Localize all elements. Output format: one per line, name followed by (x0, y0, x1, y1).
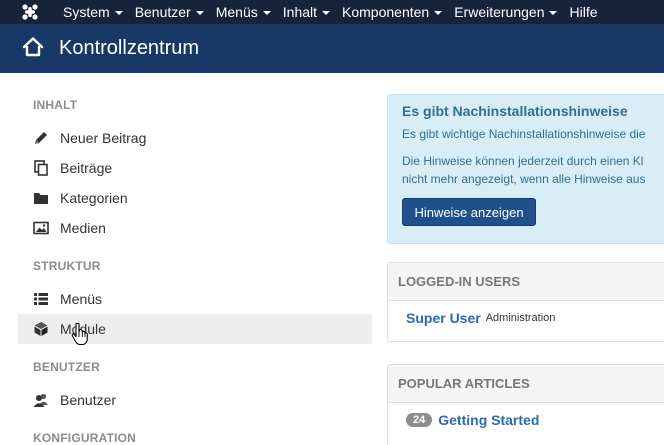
image-icon (33, 220, 49, 236)
menu-label: Inhalt (282, 4, 318, 20)
users-icon (33, 392, 49, 408)
page-header: Kontrollzentrum (0, 24, 664, 73)
list-item: Super User Administration (388, 301, 664, 335)
menu-label: Benutzer (134, 4, 191, 20)
section-title-struktur: STRUKTUR (33, 259, 101, 273)
page-title: Kontrollzentrum (59, 37, 200, 59)
menu-hilfe[interactable]: Hilfe (569, 0, 609, 24)
notice-text: Die Hinweise können jederzeit durch eine… (402, 154, 644, 168)
article-link[interactable]: Getting Started (438, 412, 539, 428)
menu-label: Hilfe (569, 4, 598, 20)
sidebar-item-benutzer[interactable]: Benutzer (18, 385, 372, 415)
logged-in-users-panel: LOGGED-IN USERS Super User Administratio… (387, 262, 664, 342)
pencil-icon (33, 130, 49, 146)
panel-heading: LOGGED-IN USERS (388, 263, 664, 301)
main-menu: System Benutzer Menüs Inhalt Komponenten… (63, 0, 610, 24)
caret-down-icon (262, 11, 271, 15)
home-icon (22, 37, 44, 57)
menu-label: Erweiterungen (454, 4, 545, 20)
menu-inhalt[interactable]: Inhalt (283, 0, 342, 24)
section-title-konfiguration: KONFIGURATION (33, 431, 137, 445)
sidebar-item-label: Beiträge (60, 160, 113, 176)
notice-text: Es gibt wichtige Nachinstallationshinwei… (402, 127, 646, 141)
sidebar-item-label: Neuer Beitrag (60, 130, 147, 146)
postinstall-notice: Es gibt Nachinstallationshinweise Es gib… (387, 94, 664, 244)
sidebar-item-beitraege[interactable]: Beiträge (18, 153, 372, 183)
notice-title: Es gibt Nachinstallationshinweise (402, 103, 628, 119)
menu-label: Menüs (215, 4, 258, 20)
caret-down-icon (195, 11, 204, 15)
menu-komponenten[interactable]: Komponenten (342, 0, 454, 24)
sidebar-item-kategorien[interactable]: Kategorien (18, 183, 372, 213)
notice-text: nicht mehr angezeigt, wenn alle Hinweise… (402, 172, 646, 186)
menu-label: System (63, 4, 110, 20)
sidebar-item-label: Kategorien (60, 190, 128, 206)
menu-erweiterungen[interactable]: Erweiterungen (454, 0, 569, 24)
caret-down-icon (549, 11, 558, 15)
sidebar-item-label: Benutzer (60, 392, 117, 408)
hand-cursor-icon (71, 322, 88, 346)
copy-icon (33, 160, 49, 176)
caret-down-icon (114, 11, 123, 15)
sidebar-item-neuer-beitrag[interactable]: Neuer Beitrag (18, 123, 372, 153)
cube-icon (33, 321, 49, 337)
hits-badge: 24 (406, 413, 433, 427)
user-role: Administration (485, 312, 556, 324)
sidebar-item-menues[interactable]: Menüs (18, 284, 372, 314)
caret-down-icon (434, 11, 443, 15)
menu-menues[interactable]: Menüs (216, 0, 283, 24)
folder-icon (33, 190, 49, 206)
show-notices-button[interactable]: Hinweise anzeigen (402, 198, 536, 226)
menu-system[interactable]: System (63, 0, 135, 24)
joomla-logo-icon[interactable] (20, 2, 40, 22)
sidebar-item-label: Medien (60, 220, 106, 236)
user-link[interactable]: Super User (406, 310, 481, 326)
section-title-inhalt: INHALT (33, 98, 78, 112)
caret-down-icon (322, 11, 331, 15)
list-icon (33, 291, 49, 307)
sidebar-item-medien[interactable]: Medien (18, 213, 372, 243)
list-item: 24 Getting Started (388, 403, 664, 437)
menu-benutzer[interactable]: Benutzer (135, 0, 216, 24)
panel-heading: POPULAR ARTICLES (388, 365, 664, 403)
section-title-benutzer: BENUTZER (33, 360, 100, 374)
top-navbar: System Benutzer Menüs Inhalt Komponenten… (0, 0, 664, 24)
popular-articles-panel: POPULAR ARTICLES 24 Getting Started (387, 364, 664, 445)
sidebar-item-label: Menüs (60, 291, 103, 307)
menu-label: Komponenten (342, 4, 430, 20)
